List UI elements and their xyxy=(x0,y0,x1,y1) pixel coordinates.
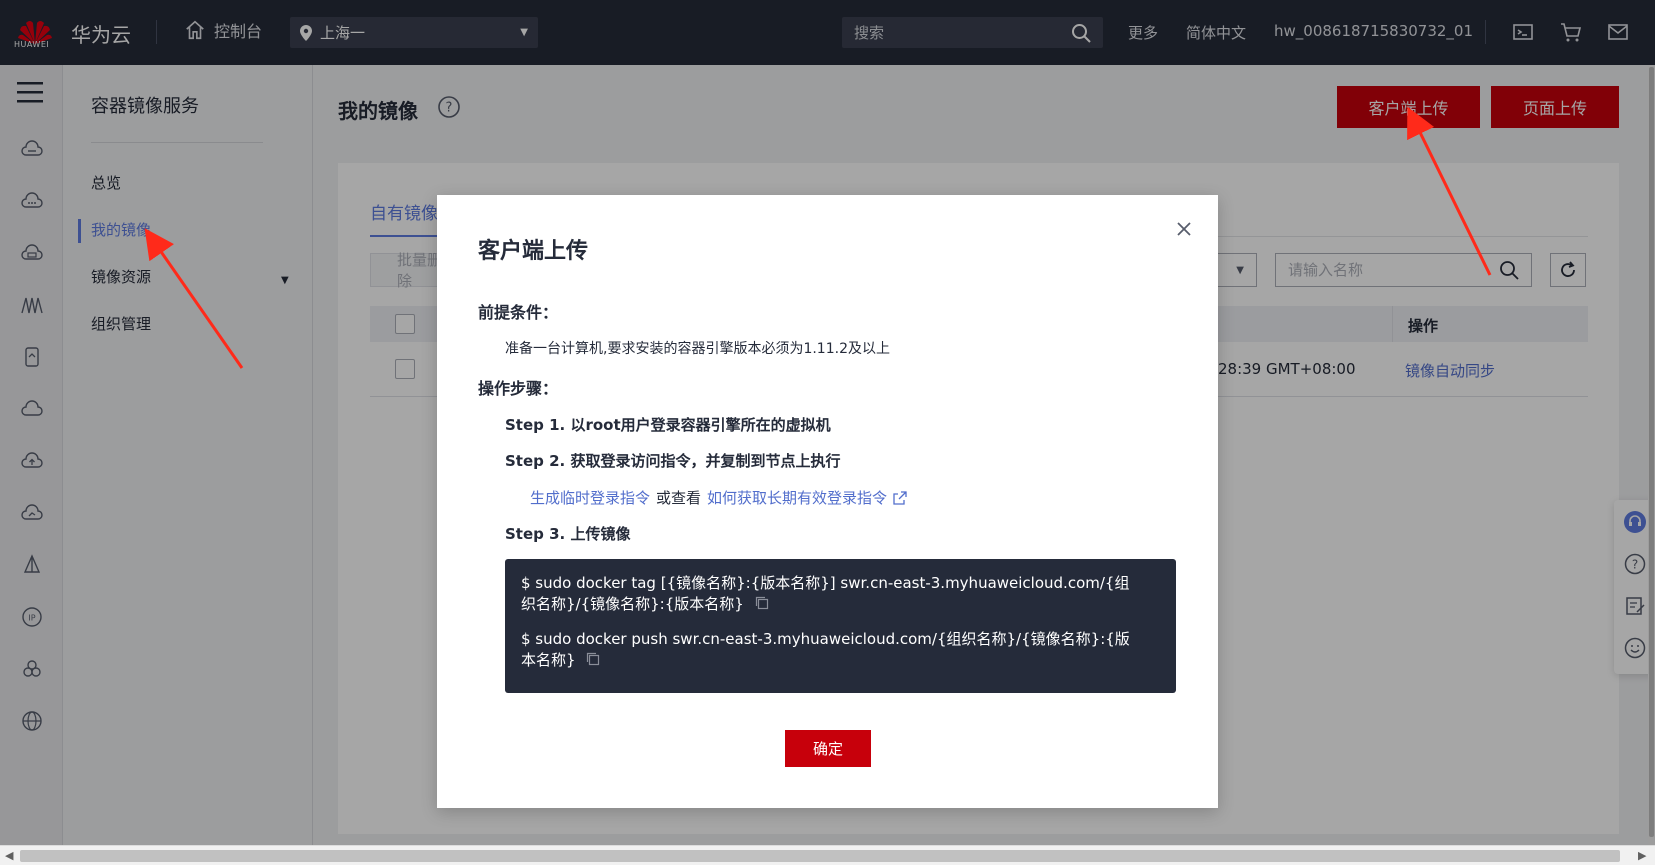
generate-temp-login-link[interactable]: 生成临时登录指令 xyxy=(530,487,650,508)
prerequisites-text: 准备一台计算机,要求安装的容器引擎版本必须为1.11.2及以上 xyxy=(505,341,890,357)
docker-push-command: $ sudo docker push swr.cn-east-3.myhuawe… xyxy=(521,629,1141,671)
docker-tag-command-text[interactable]: $ sudo docker tag [{镜像名称}:{版本名称}] swr.cn… xyxy=(521,574,1129,613)
copy-icon[interactable] xyxy=(755,596,769,610)
step-2: Step 2. 获取登录访问指令，并复制到节点上执行 xyxy=(505,452,841,470)
confirm-button[interactable]: 确定 xyxy=(785,730,871,767)
client-upload-dialog: 客户端上传 前提条件： 准备一台计算机,要求安装的容器引擎版本必须为1.11.2… xyxy=(437,195,1218,808)
scroll-left-icon[interactable]: ◀ xyxy=(5,849,13,862)
horizontal-scrollbar[interactable]: ◀ ▶ xyxy=(0,845,1655,865)
docker-push-command-text[interactable]: $ sudo docker push swr.cn-east-3.myhuawe… xyxy=(521,630,1130,669)
long-term-login-link[interactable]: 如何获取长期有效登录指令 xyxy=(707,487,887,508)
login-command-links: 生成临时登录指令 或查看 如何获取长期有效登录指令 xyxy=(530,487,907,508)
steps-heading: 操作步骤： xyxy=(478,379,559,398)
dialog-title: 客户端上传 xyxy=(478,239,589,264)
prerequisites-heading: 前提条件： xyxy=(478,303,559,322)
or-view-text: 或查看 xyxy=(656,489,702,507)
horizontal-scroll-thumb[interactable] xyxy=(20,850,1620,862)
step-3: Step 3. 上传镜像 xyxy=(505,525,631,543)
step-1: Step 1. 以root用户登录容器引擎所在的虚拟机 xyxy=(505,416,831,434)
external-link-icon[interactable] xyxy=(893,490,907,505)
command-block: $ sudo docker tag [{镜像名称}:{版本名称}] swr.cn… xyxy=(505,559,1176,693)
copy-icon[interactable] xyxy=(586,652,600,666)
scroll-right-icon[interactable]: ▶ xyxy=(1638,849,1646,862)
close-icon[interactable] xyxy=(1174,219,1194,239)
docker-tag-command: $ sudo docker tag [{镜像名称}:{版本名称}] swr.cn… xyxy=(521,573,1141,615)
